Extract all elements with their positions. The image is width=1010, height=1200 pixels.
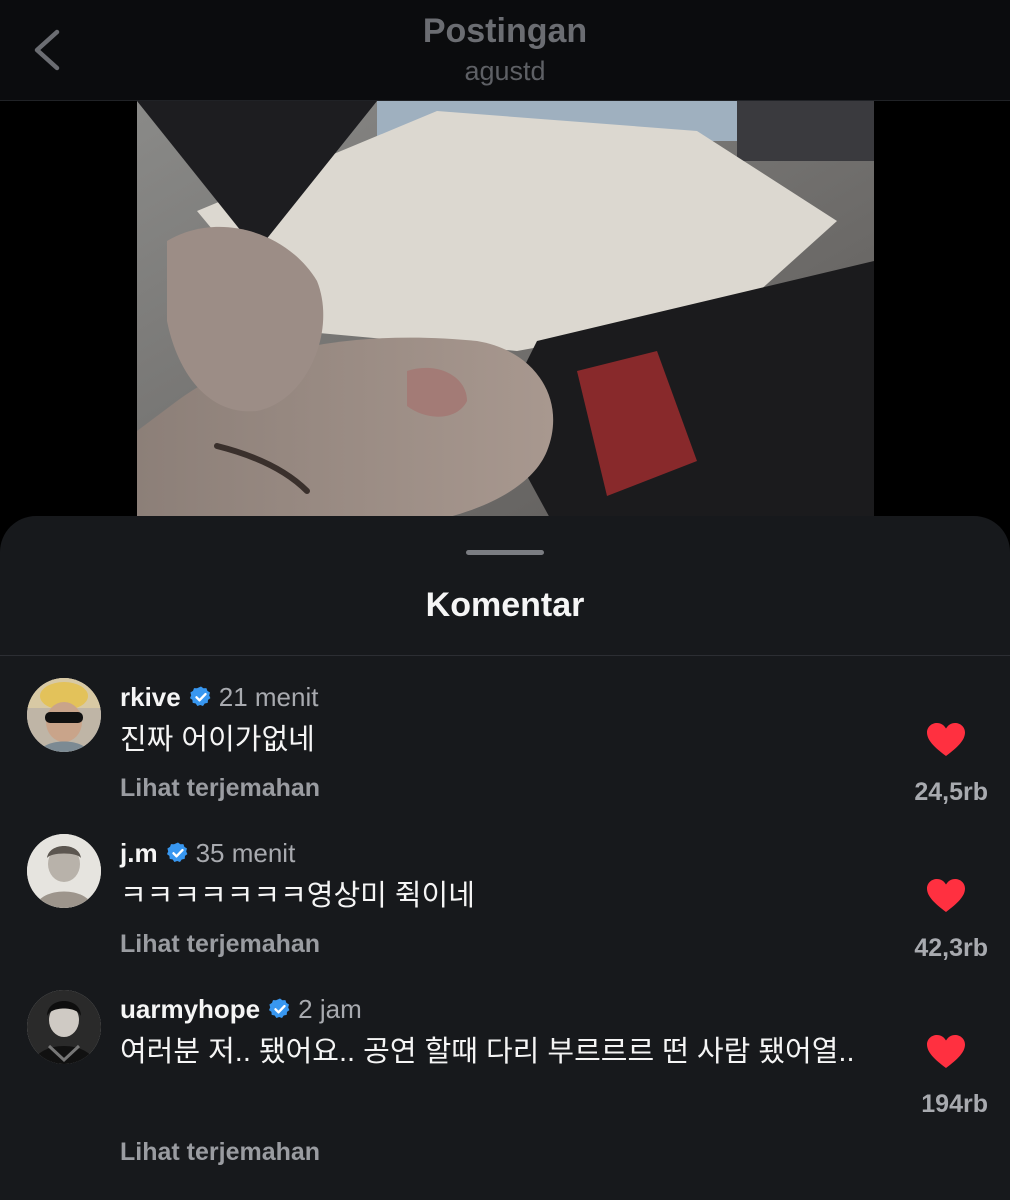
comment-time: 21 menit (218, 681, 319, 712)
like-count: 194rb (921, 1090, 988, 1118)
heart-filled-icon[interactable] (926, 878, 966, 914)
comment-text: 진짜 어이가없네 (120, 724, 315, 756)
comment-meta: j.m 35 menit (120, 836, 295, 870)
page-subtitle-username[interactable]: agustd (0, 56, 1010, 87)
post-photo-illustration (137, 101, 874, 531)
post-media-area (0, 101, 1010, 531)
see-translation-link[interactable]: Lihat terjemahan (120, 930, 320, 959)
verified-badge-icon (166, 842, 187, 862)
see-translation-link[interactable]: Lihat terjemahan (120, 774, 320, 803)
sheet-drag-handle[interactable] (466, 550, 544, 555)
avatar[interactable] (27, 678, 101, 752)
avatar[interactable] (27, 834, 101, 908)
comments-sheet: Komentar rkive 21 menit 진짜 어이가없네 Lihat t… (0, 516, 1010, 1200)
see-translation-link[interactable]: Lihat terjemahan (120, 1138, 320, 1167)
like-count: 42,3rb (914, 934, 988, 962)
heart-filled-icon[interactable] (926, 722, 966, 758)
verified-badge-icon (189, 686, 211, 706)
comment-username[interactable]: j.m (120, 838, 158, 869)
comment-username[interactable]: uarmyhope (120, 994, 260, 1025)
heart-filled-icon[interactable] (926, 1034, 966, 1070)
comment-meta: rkive 21 menit (120, 680, 318, 714)
verified-badge-icon (269, 998, 290, 1018)
comment-text: ㅋㅋㅋㅋㅋㅋㅋ영상미 쥑이네 (120, 880, 475, 912)
comment-time: 35 menit (195, 837, 296, 868)
top-bar: Postingan agustd (0, 0, 1010, 101)
post-photo[interactable] (137, 101, 874, 531)
avatar[interactable] (27, 990, 101, 1064)
comments-title: Komentar (425, 586, 585, 624)
comment-meta: uarmyhope 2 jam (120, 992, 362, 1026)
comment-text: 여러분 저.. 됐어요.. 공연 할때 다리 부르르르 떤 사람 됐어열.. (120, 1036, 855, 1068)
page-title: Postingan (422, 12, 588, 50)
comment-time: 2 jam (298, 993, 362, 1024)
like-count: 24,5rb (914, 778, 988, 806)
comment-username[interactable]: rkive (120, 682, 181, 713)
sheet-divider (0, 655, 1010, 656)
